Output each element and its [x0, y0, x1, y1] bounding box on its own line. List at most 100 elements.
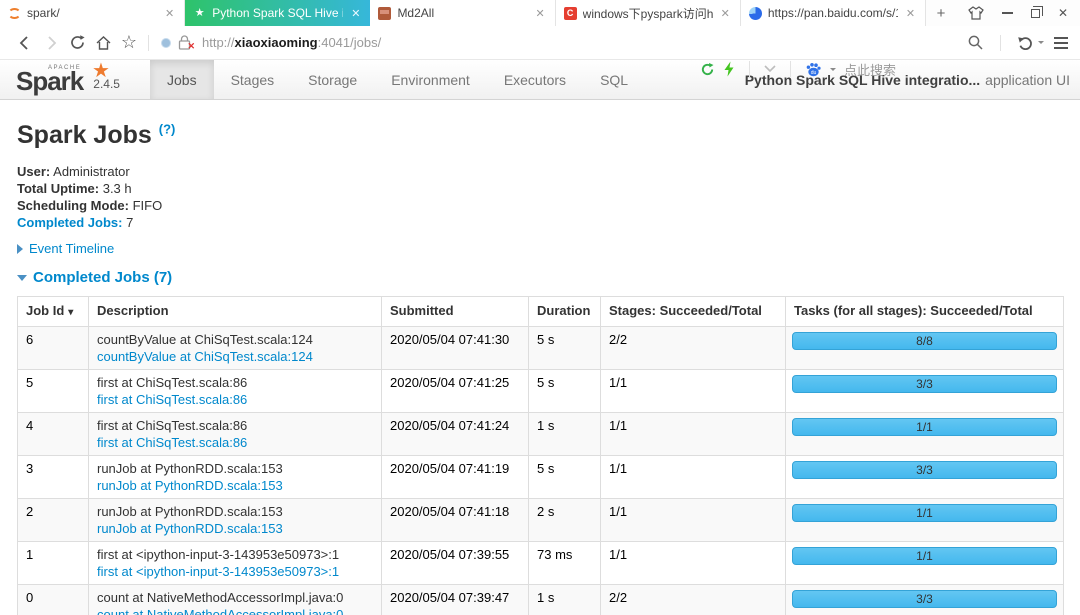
divider — [790, 61, 791, 77]
job-description-link[interactable]: first at ChiSqTest.scala:86 — [97, 434, 373, 451]
job-description-link[interactable]: countByValue at ChiSqTest.scala:124 — [97, 348, 373, 365]
job-description-link[interactable]: first at ChiSqTest.scala:86 — [97, 391, 373, 408]
spark-favicon-icon: ★ — [194, 6, 205, 19]
job-id-cell: 1 — [17, 541, 89, 585]
job-description-text: first at ChiSqTest.scala:86 — [97, 418, 248, 433]
completed-jobs-section-toggle[interactable]: Completed Jobs (7) — [17, 269, 1063, 286]
page-content: Spark Jobs (?) User: Administrator Total… — [0, 121, 1080, 615]
job-id-cell: 0 — [17, 584, 89, 615]
job-description-cell: runJob at PythonRDD.scala:153 runJob at … — [88, 498, 382, 542]
nav-item-storage[interactable]: Storage — [291, 60, 374, 99]
header-duration[interactable]: Duration — [528, 296, 601, 327]
back-button[interactable] — [12, 30, 38, 56]
job-description-link[interactable]: runJob at PythonRDD.scala:153 — [97, 477, 373, 494]
url-text[interactable]: http://xiaoxiaoming:4041/jobs/ — [202, 35, 381, 50]
spark-star-icon: ★ — [92, 60, 110, 82]
info-completed-jobs: Completed Jobs: 7 — [17, 215, 134, 230]
info-scheduling-mode: Scheduling Mode: FIFO — [17, 198, 163, 213]
tab-csdn[interactable]: C windows下pyspark访问hive所 ✕ — [555, 0, 741, 26]
nav-item-jobs[interactable]: Jobs — [150, 60, 214, 99]
speed-bolt-icon[interactable] — [723, 61, 735, 77]
job-description-link[interactable]: first at <ipython-input-3-143953e50973>:… — [97, 563, 373, 580]
close-window-button[interactable]: ✕ — [1058, 6, 1068, 20]
undo-caret-icon[interactable] — [1038, 41, 1044, 44]
divider — [749, 61, 750, 77]
job-tasks-cell: 8/8 — [785, 326, 1064, 370]
skin-theme-icon[interactable] — [968, 6, 984, 20]
job-id-cell: 6 — [17, 326, 89, 370]
expanded-arrow-icon — [17, 274, 27, 281]
help-link[interactable]: (?) — [159, 122, 176, 137]
job-submitted-cell: 2020/05/04 07:39:55 — [381, 541, 529, 585]
tab-baidu-pan[interactable]: https://pan.baidu.com/s/1XI ✕ — [740, 0, 927, 26]
tasks-progress-bar: 3/3 — [792, 461, 1057, 479]
completed-jobs-link[interactable]: Completed Jobs: — [17, 215, 122, 230]
job-submitted-cell: 2020/05/04 07:41:30 — [381, 326, 529, 370]
completed-jobs-table: Job Id ▾ Description Submitted Duration S… — [17, 296, 1064, 615]
url-path: :4041/jobs/ — [317, 35, 382, 50]
collapsed-arrow-icon — [17, 243, 23, 254]
page-title: Spark Jobs (?) — [17, 121, 176, 149]
tab-md2all[interactable]: Md2All ✕ — [370, 0, 556, 26]
job-stages-cell: 1/1 — [600, 498, 786, 542]
insecure-lock-icon[interactable]: ✕ — [178, 35, 195, 51]
job-stages-cell: 1/1 — [600, 455, 786, 499]
md2all-favicon-icon — [378, 6, 392, 20]
job-stages-cell: 1/1 — [600, 369, 786, 413]
nav-item-environment[interactable]: Environment — [374, 60, 487, 99]
menu-hamburger-icon[interactable] — [1054, 36, 1068, 49]
header-stages[interactable]: Stages: Succeeded/Total — [600, 296, 786, 327]
header-description[interactable]: Description — [88, 296, 382, 327]
new-tab-button[interactable]: + — [926, 0, 956, 26]
job-row: 1 first at <ipython-input-3-143953e50973… — [17, 541, 1064, 585]
search-icon[interactable] — [967, 34, 984, 51]
translate-refresh-icon[interactable] — [700, 62, 715, 77]
nav-item-stages[interactable]: Stages — [214, 60, 292, 99]
home-button[interactable] — [90, 30, 116, 56]
header-job-id[interactable]: Job Id ▾ — [17, 296, 89, 327]
job-submitted-cell: 2020/05/04 07:41:18 — [381, 498, 529, 542]
nav-item-sql[interactable]: SQL — [583, 60, 645, 99]
header-tasks[interactable]: Tasks (for all stages): Succeeded/Total — [785, 296, 1064, 327]
job-duration-cell: 5 s — [528, 455, 601, 499]
nav-item-executors[interactable]: Executors — [487, 60, 583, 99]
job-description-cell: runJob at PythonRDD.scala:153 runJob at … — [88, 455, 382, 499]
undo-history-icon[interactable] — [1017, 35, 1044, 51]
minimize-button[interactable] — [1001, 12, 1013, 14]
tab-spark-app-active[interactable]: ★ Python Spark SQL Hive integ ✕ — [185, 0, 371, 26]
tasks-progress-bar: 3/3 — [792, 590, 1057, 608]
bookmark-star-icon[interactable]: ☆ — [116, 30, 142, 56]
url-scheme: http:// — [202, 35, 235, 50]
url-zone[interactable]: ✕ http://xiaoxiaoming:4041/jobs/ — [161, 35, 381, 51]
job-row: 6 countByValue at ChiSqTest.scala:124 co… — [17, 326, 1064, 370]
tab-spark[interactable]: spark/ ✕ — [0, 0, 186, 26]
tasks-progress-bar: 1/1 — [792, 504, 1057, 522]
tab-close-icon[interactable]: ✕ — [904, 7, 917, 20]
job-description-link[interactable]: runJob at PythonRDD.scala:153 — [97, 520, 373, 537]
site-info-icon[interactable] — [161, 37, 171, 48]
tab-close-icon[interactable]: ✕ — [719, 7, 732, 20]
chevron-down-icon[interactable] — [764, 65, 776, 73]
refresh-button[interactable] — [64, 30, 90, 56]
forward-button[interactable] — [38, 30, 64, 56]
baidu-paw-icon[interactable]: du — [805, 61, 822, 77]
table-header-row: Job Id ▾ Description Submitted Duration S… — [17, 296, 1064, 327]
job-description-text: runJob at PythonRDD.scala:153 — [97, 504, 283, 519]
job-description-link[interactable]: count at NativeMethodAccessorImpl.java:0 — [97, 606, 373, 615]
application-ui-suffix: application UI — [985, 71, 1070, 88]
restore-button[interactable] — [1030, 5, 1043, 18]
search-hint[interactable]: 点此搜索 — [844, 60, 896, 79]
event-timeline-toggle[interactable]: Event Timeline — [17, 241, 1063, 256]
tab-close-icon[interactable]: ✕ — [163, 7, 176, 20]
job-tasks-cell: 1/1 — [785, 498, 1064, 542]
job-id-cell: 4 — [17, 412, 89, 456]
job-duration-cell: 1 s — [528, 584, 601, 615]
job-tasks-cell: 3/3 — [785, 584, 1064, 615]
tab-close-icon[interactable]: ✕ — [533, 7, 546, 20]
spark-nav: Jobs Stages Storage Environment Executor… — [150, 60, 645, 99]
header-submitted[interactable]: Submitted — [381, 296, 529, 327]
spark-logo[interactable]: APACHE Spark ★ 2.4.5 — [0, 60, 150, 99]
tasks-progress-bar: 3/3 — [792, 375, 1057, 393]
tab-close-icon[interactable]: ✕ — [349, 7, 362, 20]
baidu-caret-icon[interactable] — [830, 67, 836, 71]
